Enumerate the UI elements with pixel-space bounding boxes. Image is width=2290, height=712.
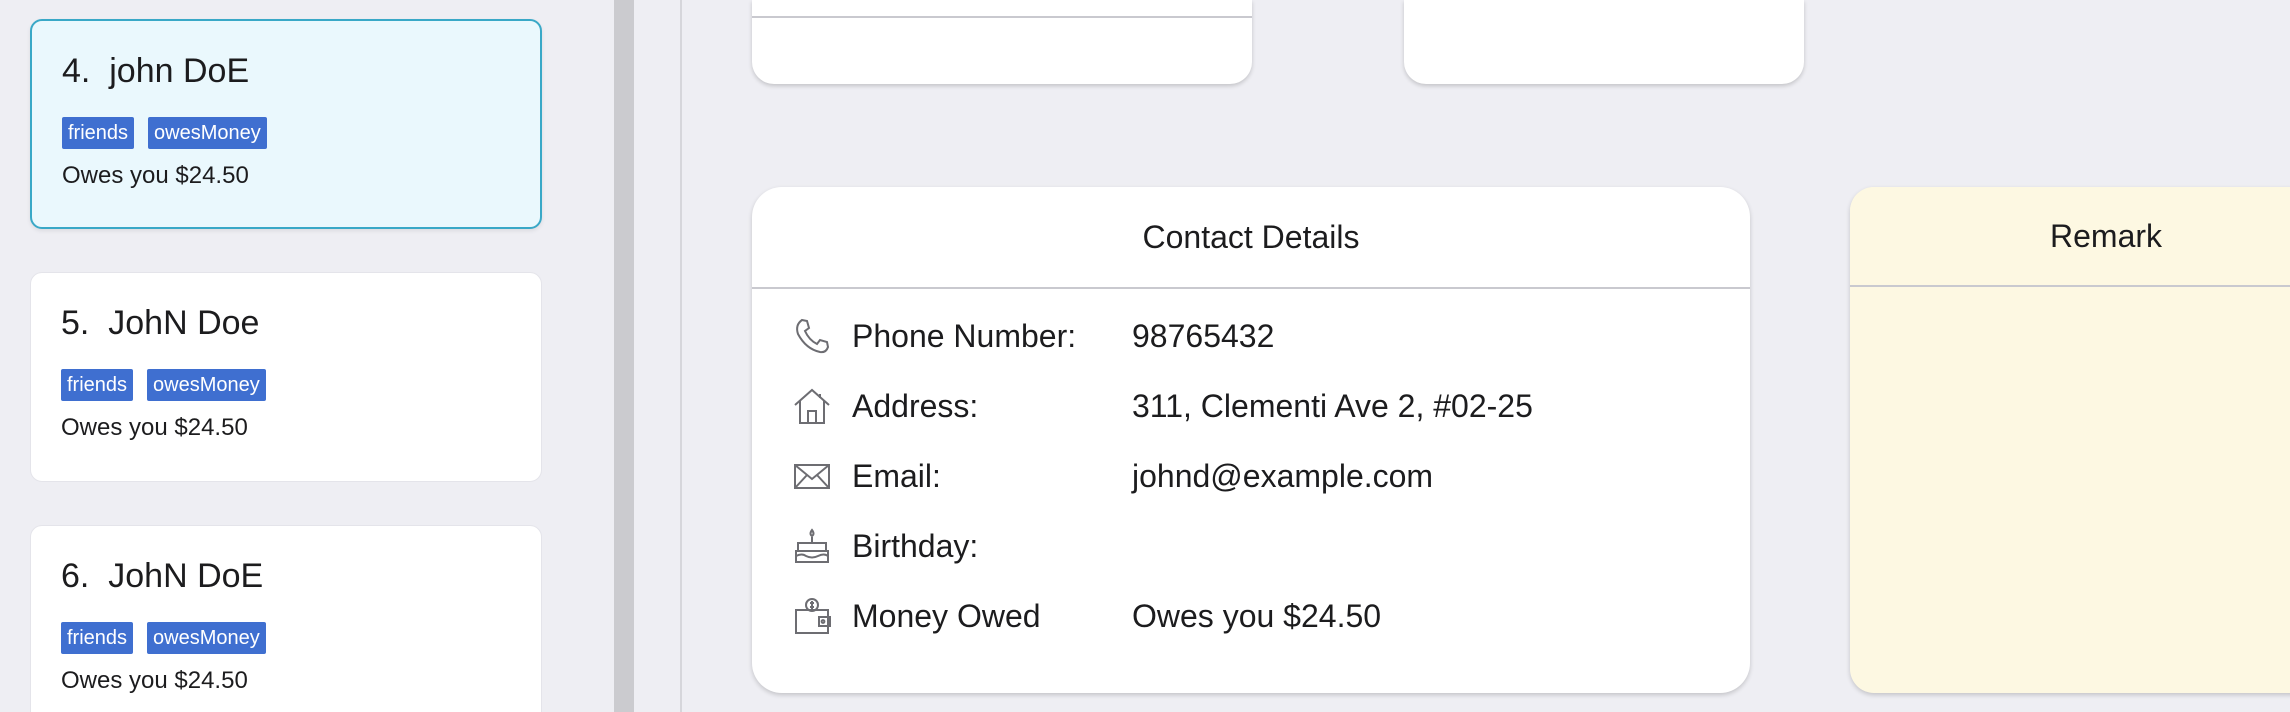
email-value: johnd@example.com [1132, 457, 1434, 494]
owed-amount: Owes you $24.50 [62, 162, 249, 189]
tag-owes-money: owesMoney [148, 117, 267, 149]
tag-owes-money: owesMoney [147, 369, 266, 401]
contact-details-card: Contact Details Phone Number: 98765432 A… [752, 187, 1750, 693]
detail-row-address: Address: 311, Clementi Ave 2, #02-25 [790, 381, 1710, 431]
tag-friends: friends [62, 117, 135, 149]
tag-list: friends owesMoney [61, 622, 266, 654]
person-name: 4. john DoE [62, 52, 250, 90]
address-value: 311, Clementi Ave 2, #02-25 [1132, 387, 1533, 424]
person-name: 5. JohN Doe [61, 304, 260, 342]
owed-amount: Owes you $24.50 [61, 414, 248, 441]
person-card[interactable]: 6. JohN DoE friends owesMoney Owes you $… [30, 525, 542, 712]
tag-owes-money: owesMoney [147, 622, 266, 654]
pane-splitter[interactable] [614, 0, 634, 712]
phone-value: 98765432 [1132, 317, 1275, 354]
remark-card[interactable]: Remark [1850, 187, 2290, 693]
summary-card-partial [752, 0, 1252, 84]
person-name: 6. JohN DoE [61, 557, 264, 595]
contact-details-title: Contact Details [752, 187, 1750, 289]
home-icon [790, 384, 834, 428]
money-owed-value: Owes you $24.50 [1132, 597, 1382, 634]
detail-label: Email: [852, 457, 941, 494]
detail-label: Money Owed [852, 597, 1041, 634]
detail-row-email: Email: johnd@example.com [790, 451, 1710, 501]
remark-title: Remark [1850, 187, 2290, 287]
phone-icon [790, 314, 834, 358]
divider [752, 16, 1252, 18]
detail-label: Phone Number: [852, 317, 1077, 354]
tag-list: friends owesMoney [61, 369, 266, 401]
detail-label: Birthday: [852, 527, 979, 564]
tag-friends: friends [61, 622, 134, 654]
divider [680, 0, 682, 712]
detail-row-phone: Phone Number: 98765432 [790, 311, 1710, 361]
detail-row-birthday: Birthday: [790, 521, 1710, 571]
person-card[interactable]: 5. JohN Doe friends owesMoney Owes you $… [30, 272, 542, 482]
person-list-panel[interactable]: 4. john DoE friends owesMoney Owes you $… [0, 0, 614, 712]
wallet-icon [790, 594, 834, 638]
detail-label: Address: [852, 387, 979, 424]
summary-card-partial [1404, 0, 1804, 84]
owed-amount: Owes you $24.50 [61, 667, 248, 694]
detail-row-money-owed: Money Owed Owes you $24.50 [790, 591, 1710, 641]
tag-list: friends owesMoney [62, 117, 267, 149]
person-card[interactable]: 4. john DoE friends owesMoney Owes you $… [30, 19, 542, 229]
tag-friends: friends [61, 369, 134, 401]
birthday-cake-icon [790, 524, 834, 568]
envelope-icon [790, 454, 834, 498]
